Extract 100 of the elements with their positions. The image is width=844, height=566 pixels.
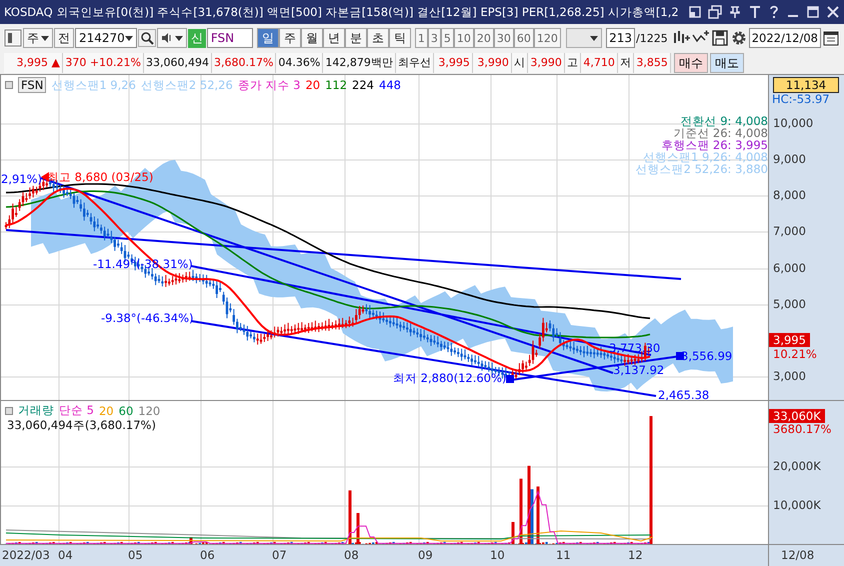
interval-button[interactable]: 3	[428, 28, 441, 48]
price-value: 3,855	[634, 53, 671, 73]
calendar-icon[interactable]	[822, 29, 840, 47]
volume-value: 33,060,494	[144, 53, 212, 73]
bid-price: 3,990	[472, 53, 512, 73]
legend-item: 20	[305, 78, 320, 92]
save-icon[interactable]	[710, 29, 729, 47]
period-tab[interactable]: 분	[344, 28, 367, 48]
caret-icon	[41, 36, 49, 40]
date-axis-label: 08	[344, 548, 359, 562]
legend-item: 60	[118, 404, 134, 418]
empty-dropdown[interactable]	[566, 28, 602, 48]
new-badge: 신	[188, 28, 206, 48]
axis-tick-label: 20,000K	[773, 459, 821, 473]
period-tab[interactable]: 틱	[388, 28, 411, 48]
legend-item: 224	[352, 78, 374, 92]
date-axis-label: 10	[490, 548, 505, 562]
legend-item: 선행스팬1 9,26	[51, 78, 136, 92]
interval-button[interactable]: 60	[514, 28, 534, 48]
period-tab[interactable]: 년	[322, 28, 345, 48]
interval-button[interactable]: 120	[534, 28, 561, 48]
axis-tick-label: 3,000	[773, 369, 806, 383]
low-marker-icon	[506, 375, 514, 383]
prev-button[interactable]: 전	[54, 28, 74, 48]
interval-button[interactable]: 5	[440, 28, 454, 48]
code-field[interactable]: 214270	[75, 28, 137, 48]
restore-icon[interactable]	[688, 5, 702, 19]
search-icon[interactable]	[138, 29, 156, 47]
caret-icon	[174, 36, 183, 40]
chart-annotation: 2,465.38	[658, 389, 710, 400]
change-label: 10.21%	[773, 347, 817, 361]
ask-price: 3,995	[434, 53, 473, 73]
current-price: 3,995 ▲	[4, 53, 63, 73]
current-volume-box: 33,060K	[769, 409, 825, 423]
date-axis-label: 06	[200, 548, 215, 562]
legend-item: 120	[138, 404, 160, 418]
settings-icon[interactable]	[730, 29, 748, 47]
symbol-label: FSN	[18, 77, 46, 93]
volume-ratio-label: 3680.17%	[773, 422, 832, 436]
interval-button[interactable]: 30	[494, 28, 514, 48]
legend-item: 112	[325, 78, 348, 92]
market-dropdown[interactable]: 주	[23, 28, 53, 48]
volume-summary: 33,060,494주(3,680.17%)	[7, 418, 156, 433]
indicator-value: 전환선 9: 4,008	[680, 115, 768, 127]
date-axis-label: 2022/03	[2, 548, 50, 562]
current-price-box: 3,995	[769, 333, 810, 347]
axis-tick-label: 7,000	[773, 224, 806, 238]
axis-tick-label: 10,000	[773, 116, 814, 130]
date-field[interactable]: 2022/12/08	[748, 28, 821, 48]
period-tab[interactable]: 초	[366, 28, 389, 48]
maximize-icon[interactable]	[806, 5, 820, 19]
axis-tick-label: 9,000	[773, 152, 806, 166]
font-icon[interactable]	[748, 5, 762, 19]
legend-item: 종가 지수 3	[238, 78, 300, 92]
legend-item: 20	[98, 404, 114, 418]
legend-item: 단순 5	[59, 403, 94, 418]
period-tab[interactable]: 월	[300, 28, 323, 48]
date-axis-label: 05	[128, 548, 143, 562]
windows-icon[interactable]	[708, 5, 722, 19]
indicator-value: 후행스팬 26: 3,995	[661, 139, 768, 151]
interval-button[interactable]: 1	[414, 28, 428, 48]
price-label: 고	[564, 53, 581, 73]
name-field[interactable]: FSN	[206, 28, 253, 48]
volume-ratio: 3,680.17%	[212, 53, 276, 73]
period-tab[interactable]: 주	[278, 28, 301, 48]
price-value: 4,710	[580, 53, 618, 73]
axis-tick-label: 8,000	[773, 188, 806, 202]
legend-item: 선행스팬2 52,26	[140, 78, 233, 92]
sell-button[interactable]: 매도	[710, 53, 744, 73]
date-axis-label: 11	[556, 548, 571, 562]
speaker-icon	[160, 32, 173, 44]
indicator-value: 선행스팬1 9,26: 4,008	[642, 151, 768, 163]
price-value: 3,990	[528, 53, 565, 73]
date-axis-label: 09	[418, 548, 433, 562]
close-icon[interactable]	[826, 5, 840, 19]
chart-annotation: 3,137.92	[613, 364, 664, 377]
turnover-rate: 04.36%	[276, 53, 324, 73]
count-field[interactable]: 213	[606, 28, 635, 48]
window-title: KOSDAQ 외국인보유[0(천)] 주식수[31,678(천)] 액면[500] 자본금[158(억)] 결산[12월] EPS[3] PER[1,268.25] 시가총액[1,2	[4, 4, 680, 20]
legend-square-icon	[5, 406, 13, 414]
date-axis-label: 12	[628, 548, 643, 562]
pin-icon[interactable]	[728, 5, 742, 19]
interval-button[interactable]: 20	[474, 28, 494, 48]
speaker-dropdown[interactable]	[156, 28, 187, 48]
chart-annotation: 2,91%)	[1, 173, 42, 186]
best-quote-label: 최우선	[396, 53, 434, 73]
layout-icon[interactable]	[4, 29, 22, 47]
interval-button[interactable]: 10	[454, 28, 474, 48]
buy-button[interactable]: 매수	[674, 53, 708, 73]
indicator-value: 선행스팬2 52,26: 3,880	[636, 163, 768, 175]
chart-annotation: 최저 2,880(12.60%)	[393, 372, 506, 385]
price-label: 시	[512, 53, 528, 73]
indicator-value: 기준선 26: 4,008	[673, 127, 768, 139]
help-icon[interactable]	[768, 5, 780, 19]
date-axis-label: 07	[272, 548, 287, 562]
axis-tick-label: 6,000	[773, 261, 806, 275]
end-date-label: 12/08	[780, 547, 816, 562]
period-tab[interactable]: 일	[256, 28, 279, 48]
high-price-box: 11,134	[773, 77, 839, 93]
total-count: /1225	[636, 32, 668, 44]
